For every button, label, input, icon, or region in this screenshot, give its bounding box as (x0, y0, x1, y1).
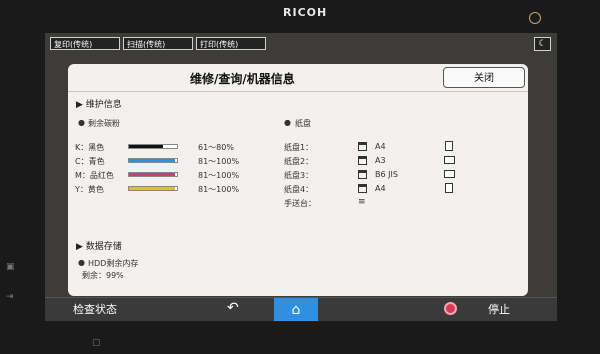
side-icon-3: ▢ (92, 338, 101, 348)
moon-icon[interactable]: ☾ (534, 37, 551, 51)
tray-size: A3 (375, 156, 386, 165)
tray-icon (358, 142, 367, 151)
paper-portrait-icon (445, 141, 453, 151)
panel-header: 维修/查询/机器信息 关闭 (68, 64, 528, 92)
tab-scan[interactable]: 扫描(传统) (123, 37, 193, 50)
toner-range: 81～100% (198, 171, 240, 180)
hdd-remain: 剩余：99% (82, 271, 124, 280)
toner-bar (128, 186, 178, 191)
tray-size: A4 (375, 184, 386, 193)
toner-title: 剩余碳粉 (88, 119, 120, 128)
side-icon-1: ▣ (6, 262, 15, 272)
panel-title: 维修/查询/机器信息 (190, 72, 295, 86)
toner-bullet-icon: ● (78, 118, 85, 127)
info-panel: 维修/查询/机器信息 关闭 ▶ 维护信息 ● 剩余碳粉 K：黑色 61～80% … (68, 64, 528, 296)
tray-icon (358, 170, 367, 179)
toner-fill-m (129, 173, 175, 176)
paper-title: 纸盘 (295, 119, 311, 128)
toner-label: Y：黄色 (75, 185, 104, 194)
side-icon-2: ⇥ (6, 292, 14, 302)
check-status-button[interactable]: 检查状态 (73, 301, 117, 317)
stop-icon[interactable] (444, 302, 457, 315)
toner-bar (128, 144, 178, 149)
toner-range: 61～80% (198, 143, 234, 152)
paper-bullet-icon: ● (284, 118, 291, 127)
tab-print[interactable]: 打印(传统) (196, 37, 266, 50)
toner-fill-c (129, 159, 175, 162)
tray-label: 纸盘2： (284, 157, 314, 166)
toner-fill-k (129, 145, 163, 148)
tray-size: B6 JIS (375, 170, 398, 179)
paper-portrait-icon (445, 183, 453, 193)
hdd-title: HDD剩余内存 (88, 259, 139, 268)
toner-bar (128, 172, 178, 177)
brand-logo: RICOH (283, 6, 328, 19)
storage-section-title[interactable]: ▶ 数据存储 (76, 239, 122, 252)
tray-size: A4 (375, 142, 386, 151)
stop-button[interactable]: 停止 (488, 301, 510, 317)
toner-fill-y (129, 187, 175, 190)
home-icon[interactable]: ⌂ (274, 298, 318, 321)
close-button[interactable]: 关闭 (443, 67, 525, 88)
bypass-tray-icon: ≡ (358, 197, 366, 207)
tray-label: 纸盘1： (284, 143, 314, 152)
tray-label: 纸盘4： (284, 185, 314, 194)
back-icon[interactable]: ↶ (227, 300, 239, 316)
tab-copy[interactable]: 复印(传统) (50, 37, 120, 50)
tray-icon (358, 184, 367, 193)
toner-bar (128, 158, 178, 163)
touch-screen: 复印(传统) 扫描(传统) 打印(传统) ☾ 维修/查询/机器信息 关闭 ▶ 维… (45, 33, 557, 321)
power-icon[interactable] (529, 12, 541, 24)
device-bezel: RICOH ▣ ⇥ ▢ 复印(传统) 扫描(传统) 打印(传统) ☾ 维修/查询… (0, 0, 600, 354)
manual-feed-label: 手送台： (284, 199, 316, 208)
tray-icon (358, 156, 367, 165)
bottom-bar: 检查状态 ↶ ⌂ 停止 (45, 297, 557, 321)
toner-label: K：黑色 (75, 143, 105, 152)
toner-range: 81～100% (198, 185, 240, 194)
paper-landscape-icon (444, 170, 455, 178)
maintenance-section-title[interactable]: ▶ 维护信息 (76, 97, 122, 110)
toner-label: M：品红色 (75, 171, 114, 180)
toner-range: 81～100% (198, 157, 240, 166)
hdd-bullet-icon: ● (78, 258, 85, 267)
paper-landscape-icon (444, 156, 455, 164)
toner-label: C：青色 (75, 157, 105, 166)
tray-label: 纸盘3： (284, 171, 314, 180)
